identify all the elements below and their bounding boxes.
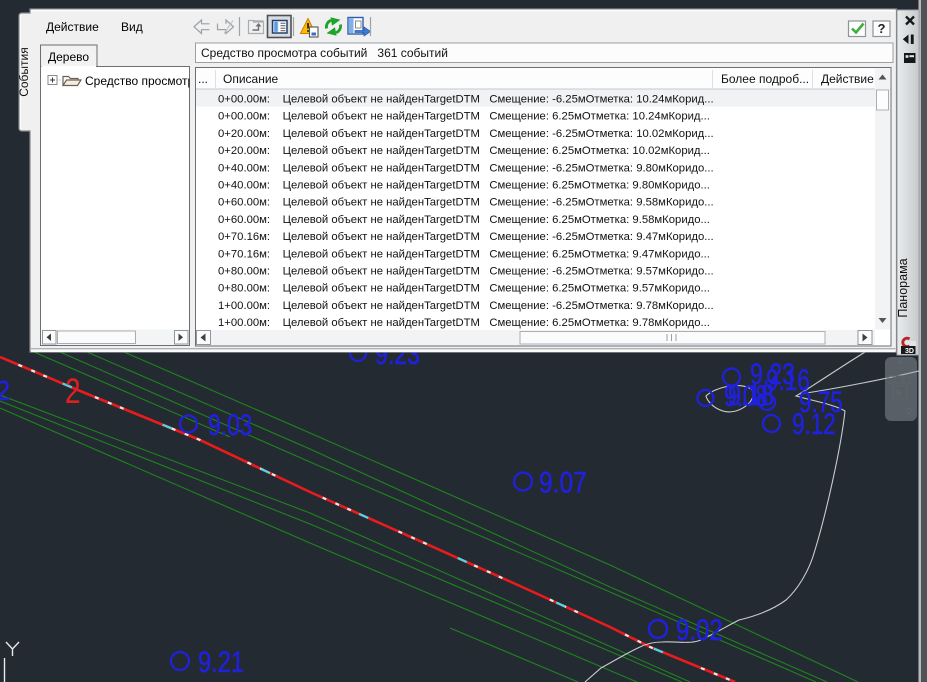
svg-text:0+80.00м: Целевой объект не: 0+80.00м: Целевой объект не найденTarget…: [218, 266, 714, 278]
svg-text:0+70.16м: Целевой объект не: 0+70.16м: Целевой объект не найденTarget…: [218, 248, 710, 260]
svg-text:9.21: 9.21: [198, 645, 244, 678]
svg-text:Средство просмотра: Средство просмотра: [85, 74, 201, 88]
svg-text:0+00.00м: Целевой объект не: 0+00.00м: Целевой объект не найденTarget…: [218, 94, 714, 106]
svg-text:0+60.00м: Целевой объект не: 0+60.00м: Целевой объект не найденTarget…: [218, 197, 714, 209]
svg-text:1+00.00м: Целевой объект не: 1+00.00м: Целевой объект не найденTarget…: [218, 317, 710, 329]
svg-text:9.02: 9.02: [676, 612, 723, 646]
svg-text:0+20.00м: Целевой объект не: 0+20.00м: Целевой объект не найденTarget…: [218, 128, 714, 140]
svg-text:0+00.00м: Целевой объект не: 0+00.00м: Целевой объект не найденTarget…: [218, 111, 710, 123]
svg-text:3D: 3D: [905, 348, 914, 355]
svg-text:9.18: 9.18: [728, 378, 774, 411]
svg-text:0+60.00м: Целевой объект не: 0+60.00м: Целевой объект не найденTarget…: [218, 214, 710, 226]
svg-text:...: ...: [198, 72, 208, 86]
svg-text:Вид: Вид: [121, 20, 143, 34]
svg-text:Действие: Действие: [46, 20, 99, 34]
svg-text:0+40.00м: Целевой объект не: 0+40.00м: Целевой объект не найденTarget…: [218, 162, 714, 174]
svg-text:?: ?: [878, 21, 886, 36]
svg-text:1+00.00м: Целевой объект не: 1+00.00м: Целевой объект не найденTarget…: [218, 300, 714, 312]
svg-text:Действие: Действие: [821, 72, 874, 86]
svg-text:9.07: 9.07: [539, 465, 587, 499]
svg-text:Дерево: Дерево: [48, 50, 89, 64]
svg-text:2: 2: [65, 371, 81, 411]
svg-text:9.12: 9.12: [792, 407, 836, 441]
svg-text:Панорама: Панорама: [896, 258, 910, 317]
svg-text:2: 2: [0, 375, 10, 407]
svg-text:0+80.00м: Целевой объект не: 0+80.00м: Целевой объект не найденTarget…: [218, 283, 710, 295]
svg-text:0+70.16м: Целевой объект не: 0+70.16м: Целевой объект не найденTarget…: [218, 231, 714, 243]
svg-text:0+20.00м: Целевой объект не: 0+20.00м: Целевой объект не найденTarget…: [218, 145, 710, 157]
svg-text:9.03: 9.03: [208, 408, 252, 442]
svg-text:Описание: Описание: [223, 72, 279, 86]
svg-text:События: События: [17, 47, 31, 97]
svg-text:0+40.00м: Целевой объект не: 0+40.00м: Целевой объект не найденTarget…: [218, 180, 710, 192]
svg-text:Более подроб...: Более подроб...: [721, 72, 809, 86]
svg-text:Средство просмотра событий 3: Средство просмотра событий 361 событий: [201, 46, 448, 60]
